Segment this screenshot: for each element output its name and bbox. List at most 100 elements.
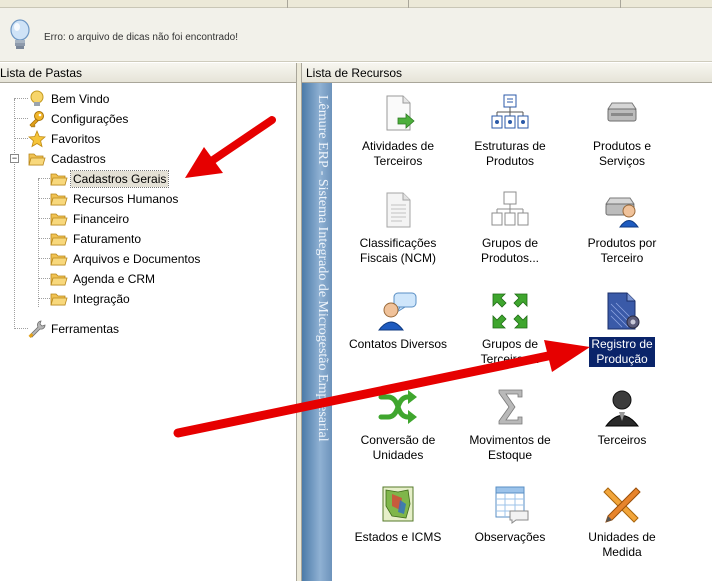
resource-label: Produtos por Terceiro [587,236,657,265]
tree-guide-line [38,298,50,299]
folder-list-header: Lista de Pastas [0,63,296,83]
tree-guide-line [14,138,28,139]
resource-estruturas-produtos[interactable]: Estruturas de Produtos [454,93,566,169]
tree-item-recursos-humanos[interactable]: Recursos Humanos [50,189,180,209]
tree-item-financeiro[interactable]: Financeiro [50,209,131,229]
tree-item-label: Integração [73,292,130,306]
resource-grupos-terceiros[interactable]: Grupos de Terceiros... [454,291,566,367]
tools-icon [603,487,641,523]
tree-item-configuracoes[interactable]: Configurações [28,109,130,129]
resource-list-panel: Lista de Recursos Lêmure ERP - Sistema I… [301,63,712,581]
tree-item-ferramentas[interactable]: Ferramentas [28,319,121,339]
resource-label: Observações [474,530,546,544]
resource-label: Classificações Fiscais (NCM) [359,236,437,265]
tree-guide-line [38,198,50,199]
folder-open-icon [50,193,68,206]
tip-message: Erro: o arquivo de dicas não foi encontr… [44,32,239,43]
drive-icon [607,102,637,122]
toolbar-separator [620,0,621,8]
tree-guide-line [38,178,50,179]
tree-item-cadastros[interactable]: Cadastros [28,149,108,169]
person-icon [604,390,640,427]
tree-item-label: Favoritos [51,132,101,146]
tree-item-label: Recursos Humanos [73,192,179,206]
resource-label: Estados e ICMS [354,530,442,544]
tree-item-cadastros-gerais[interactable]: Cadastros Gerais [50,169,170,189]
tree-item-arquivos-documentos[interactable]: Arquivos e Documentos [50,249,202,269]
document-icon [386,192,411,228]
tree-guide-line [14,118,28,119]
resource-label: Conversão de Unidades [360,433,436,462]
tree-item-label: Ferramentas [51,322,120,336]
tree-guide-line [38,258,50,259]
collapse-toggle[interactable]: − [10,154,19,163]
folder-list-panel: Lista de Pastas − Bem Vindo Configuraçõe… [0,63,297,581]
tree-guide-line [14,98,28,99]
resource-grupos-produtos[interactable]: Grupos de Produtos... [454,190,566,266]
tree-item-label: Configurações [51,112,129,126]
resource-label: Estruturas de Produtos [474,139,546,168]
resource-label: Unidades de Medida [588,530,656,559]
folder-open-icon [50,273,68,286]
tree-guide-line [38,218,50,219]
resource-label: Contatos Diversos [348,337,448,351]
tree-guide-line [38,238,50,239]
resource-unidades-medida[interactable]: Unidades de Medida [566,484,678,560]
resource-terceiros[interactable]: Terceiros [566,387,678,448]
map-icon [382,486,414,522]
shuffle-icon [378,390,417,424]
tree-guide-line [38,278,50,279]
folder-open-icon [50,233,68,246]
resource-produtos-terceiro[interactable]: Produtos por Terceiro [566,190,678,266]
toolbar-separator [287,0,288,8]
tree-guide-line [14,328,28,329]
product-sidebar-band: Lêmure ERP - Sistema Integrado de Microg… [302,83,332,581]
tree-item-faturamento[interactable]: Faturamento [50,229,143,249]
resource-label: Terceiros [597,433,647,447]
folder-open-icon [50,293,68,306]
resource-conversao-unidades[interactable]: Conversão de Unidades [342,387,454,463]
hierarchy-icon [491,191,529,226]
resource-label: Atividades de Terceiros [361,139,435,168]
toolbar-separator [408,0,409,8]
folder-open-icon [28,153,46,166]
production-icon [607,292,640,330]
star-icon [28,130,46,148]
expand-icon [492,293,528,329]
key-icon [29,111,44,128]
resource-observacoes[interactable]: Observações [454,484,566,545]
sigma-icon [498,389,523,425]
resource-contatos-diversos[interactable]: Contatos Diversos [342,291,454,352]
folder-open-icon [50,173,68,186]
structure-icon [491,94,529,129]
tree-item-favoritos[interactable]: Favoritos [28,129,102,149]
document-arrow-icon [386,95,415,131]
tip-bar: Erro: o arquivo de dicas não foi encontr… [0,8,712,62]
drive-person-icon [605,197,639,228]
resource-produtos-servicos[interactable]: Produtos e Serviços [566,93,678,169]
resource-atividades-terceiros[interactable]: Atividades de Terceiros [342,93,454,169]
resource-label: Grupos de Produtos... [480,236,540,265]
tree-item-label: Bem Vindo [51,92,110,106]
resource-movimentos-estoque[interactable]: Movimentos de Estoque [454,387,566,463]
tree-item-bem-vindo[interactable]: Bem Vindo [28,89,111,109]
top-toolbar-strip [0,0,712,8]
tree-item-label: Arquivos e Documentos [73,252,201,266]
resource-label: Registro de Produção [589,337,655,367]
resource-list-header: Lista de Recursos [302,63,712,83]
resource-label: Produtos e Serviços [592,139,652,168]
folder-open-icon [50,213,68,226]
resource-registro-producao[interactable]: Registro de Produção [566,291,678,367]
sidebar-product-text: Lêmure ERP - Sistema Integrado de Microg… [315,95,330,442]
contact-icon [378,292,417,331]
lightbulb-icon [10,19,30,49]
resource-label: Grupos de Terceiros... [480,337,540,366]
tree-item-agenda-crm[interactable]: Agenda e CRM [50,269,157,289]
resource-classificacoes-fiscais[interactable]: Classificações Fiscais (NCM) [342,190,454,266]
resource-estados-icms[interactable]: Estados e ICMS [342,484,454,545]
lightbulb-icon [30,90,44,106]
tree-item-label: Faturamento [73,232,142,246]
tree-item-integracao[interactable]: Integração [50,289,132,309]
wrench-icon [28,320,46,338]
tree-item-label: Cadastros Gerais [69,170,170,188]
